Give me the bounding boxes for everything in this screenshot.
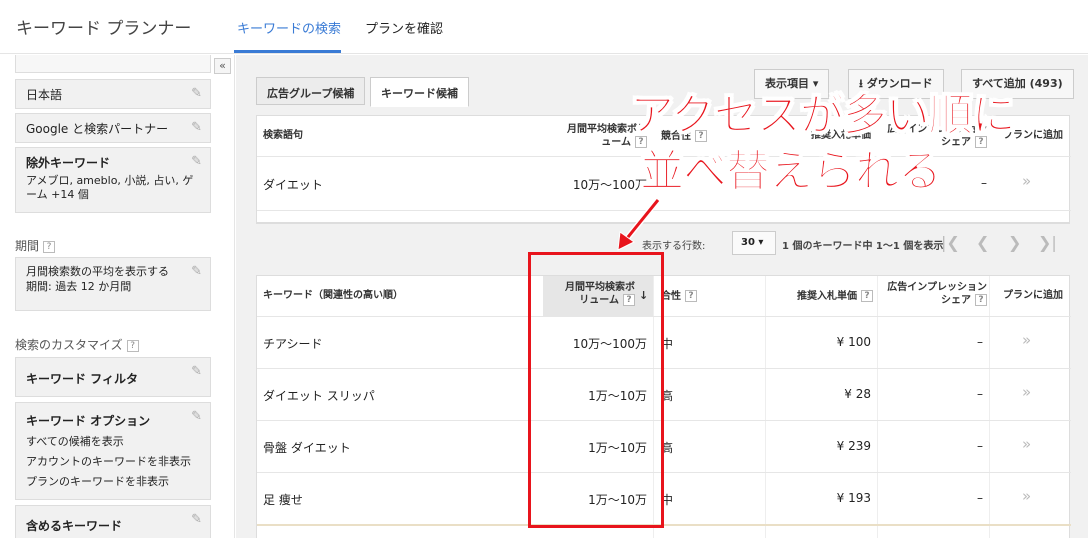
option-item: アカウントのキーワードを非表示 — [26, 455, 191, 468]
sidebar: « 日本語 ✎ Google と検索パートナー ✎ 除外キーワード アメブロ, … — [0, 55, 235, 538]
add-to-plan-icon[interactable]: » — [1022, 435, 1031, 453]
negative-keywords-value: アメブロ, ameblo, 小説, 占い, ゲーム +14 個 — [26, 174, 194, 201]
row-divider — [257, 420, 1071, 421]
include-keywords-title: 含めるキーワード — [26, 519, 123, 533]
help-icon[interactable]: ? — [861, 290, 873, 302]
share-cell: – — [977, 387, 983, 401]
keyword-filter-title: キーワード フィルタ — [26, 372, 138, 386]
pencil-icon[interactable]: ✎ — [191, 409, 202, 424]
help-icon[interactable]: ? — [685, 290, 697, 302]
header-competition-text: 合性 — [661, 291, 681, 302]
pencil-icon[interactable]: ✎ — [191, 364, 202, 379]
header-keyword[interactable]: キーワード（関連性の高い順） — [263, 290, 403, 302]
help-icon[interactable]: ? — [43, 240, 56, 253]
pencil-icon[interactable]: ✎ — [191, 264, 202, 279]
prev-page-icon[interactable]: ❮ — [976, 233, 989, 252]
pencil-icon[interactable]: ✎ — [191, 512, 202, 527]
help-icon[interactable]: ? — [126, 339, 139, 352]
annotation-arrow-icon — [617, 198, 661, 251]
language-setting[interactable]: 日本語 ✎ — [15, 79, 211, 109]
row-divider — [257, 524, 1071, 526]
sidebar-top-field[interactable] — [15, 55, 211, 73]
header-bid-text: 推奨入札単価 — [797, 291, 857, 302]
keyword-options-title: キーワード オプション — [26, 414, 151, 428]
result-count: 1 個のキーワード中 1～1 個を表示 — [782, 241, 944, 252]
keyword-options-setting[interactable]: キーワード オプション すべての候補を表示 アカウントのキーワードを非表示 プラ… — [15, 402, 211, 500]
help-icon[interactable]: ? — [975, 294, 987, 306]
bid-cell: ¥ 100 — [836, 335, 871, 349]
annotation-line1: アクセスが多い順に — [630, 90, 1017, 142]
customize-label: 検索のカスタマイズ? — [15, 336, 139, 353]
annotation-highlight-box — [528, 252, 664, 528]
header-volume-line2: ューム — [601, 137, 631, 148]
pencil-icon[interactable]: ✎ — [191, 86, 202, 101]
header-add-to-plan[interactable]: プランに追加 — [993, 290, 1063, 302]
keyword-cell: ダイエット スリッパ — [263, 389, 375, 403]
header-share-line1: 広告インプレッション — [887, 282, 987, 293]
network-setting[interactable]: Google と検索パートナー ✎ — [15, 113, 211, 143]
keyword-cell: 骨盤 ダイエット — [263, 441, 351, 455]
header-search-term[interactable]: 検索語句 — [263, 130, 303, 142]
search-volume-cell: 10万～100万 — [572, 178, 647, 192]
negative-keywords-title: 除外キーワード — [26, 156, 111, 170]
tab-keyword-ideas[interactable]: キーワード候補 — [370, 77, 469, 107]
keyword-cell: チアシード — [263, 337, 323, 351]
bid-cell: ¥ 193 — [836, 491, 871, 505]
period-label-text: 期間 — [15, 239, 40, 253]
tab-review-plan[interactable]: プランを確認 — [365, 18, 443, 37]
network-value: Google と検索パートナー — [26, 122, 169, 136]
option-item: すべての候補を表示 — [26, 435, 124, 448]
last-page-icon[interactable]: ❯| — [1038, 233, 1057, 252]
rows-per-page-select[interactable]: 30 ▾ — [732, 231, 776, 255]
collapse-sidebar-button[interactable]: « — [214, 58, 231, 74]
row-divider — [257, 472, 1071, 473]
add-to-plan-icon[interactable]: » — [1022, 331, 1031, 349]
header-competition[interactable]: 合性? — [661, 290, 697, 303]
share-cell: – — [977, 335, 983, 349]
pencil-icon[interactable]: ✎ — [191, 120, 202, 135]
bid-cell: ¥ 239 — [836, 439, 871, 453]
keyword-filter-setting[interactable]: キーワード フィルタ ✎ — [15, 357, 211, 397]
include-keywords-setting[interactable]: 含めるキーワード ✎ — [15, 505, 211, 538]
add-to-plan-icon[interactable]: » — [1022, 383, 1031, 401]
bid-cell: ¥ 28 — [844, 387, 871, 401]
add-to-plan-icon[interactable]: » — [1022, 172, 1031, 190]
header-impression-share[interactable]: 広告インプレッション シェア? — [877, 282, 987, 307]
active-tab-indicator — [234, 50, 341, 53]
share-cell: – — [977, 439, 983, 453]
search-term-cell: ダイエット — [263, 178, 323, 192]
top-header: キーワード プランナー キーワードの検索 プランを確認 — [0, 0, 1088, 54]
add-to-plan-icon[interactable]: » — [1022, 487, 1031, 505]
tab-ad-group-ideas[interactable]: 広告グループ候補 — [256, 77, 366, 105]
app-title: キーワード プランナー — [16, 19, 192, 39]
period-line2: 期間: 過去 12 か月間 — [26, 280, 132, 293]
tab-keyword-search[interactable]: キーワードの検索 — [237, 18, 341, 37]
row-divider — [257, 368, 1071, 369]
negative-keywords-setting[interactable]: 除外キーワード アメブロ, ameblo, 小説, 占い, ゲーム +14 個 … — [15, 147, 211, 213]
annotation-line2: 並べ替えられる — [640, 146, 943, 198]
first-page-icon[interactable]: |❮ — [941, 233, 960, 252]
share-cell: – — [977, 491, 983, 505]
language-value: 日本語 — [26, 88, 63, 102]
pencil-icon[interactable]: ✎ — [191, 154, 202, 169]
header-share-line2: シェア — [941, 295, 971, 306]
option-item: プランのキーワードを非表示 — [26, 475, 169, 488]
period-line1: 月間検索数の平均を表示する — [26, 265, 169, 278]
search-share-cell: – — [981, 176, 987, 190]
row-divider — [257, 316, 1071, 317]
header-bid[interactable]: 推奨入札単価? — [777, 290, 873, 303]
period-label: 期間? — [15, 237, 56, 254]
period-setting[interactable]: 月間検索数の平均を表示する 期間: 過去 12 か月間 ✎ — [15, 257, 211, 311]
customize-label-text: 検索のカスタマイズ — [15, 338, 123, 352]
row-divider — [257, 210, 1071, 211]
keyword-cell: 足 痩せ — [263, 493, 303, 507]
next-page-icon[interactable]: ❯ — [1008, 233, 1021, 252]
